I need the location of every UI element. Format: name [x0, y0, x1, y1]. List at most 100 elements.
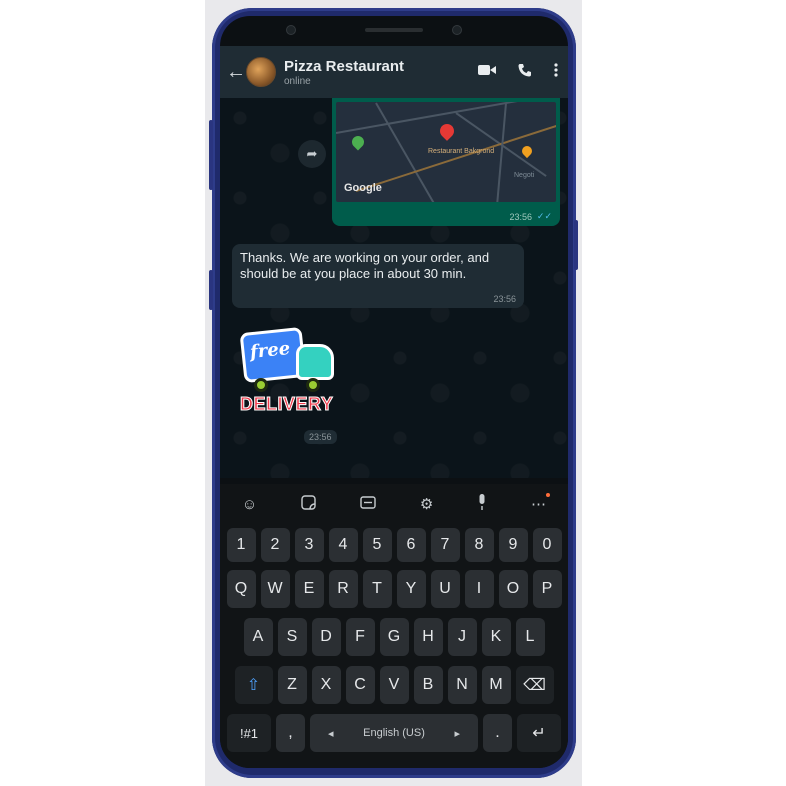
right-margin [582, 0, 786, 786]
chat-header: ← Pizza Restaurant online [220, 46, 568, 98]
key-n[interactable]: N [447, 666, 477, 704]
forward-icon[interactable]: ➦ [298, 140, 326, 168]
map-preview[interactable]: Restaurant Bakgrond Negoti Google [336, 102, 556, 202]
voice-icon[interactable] [477, 494, 487, 514]
location-message[interactable]: Restaurant Bakgrond Negoti Google 23:56 … [332, 98, 560, 226]
key-p[interactable]: P [532, 570, 562, 608]
symbols-key[interactable]: !#1 [227, 714, 271, 752]
video-call-icon[interactable] [478, 63, 496, 81]
google-logo: Google [344, 182, 382, 194]
contact-info[interactable]: Pizza Restaurant online [284, 58, 478, 87]
phone-screen: ← Pizza Restaurant online ➦ Restaurant B… [220, 16, 568, 768]
key-9[interactable]: 9 [498, 528, 528, 562]
key-x[interactable]: X [311, 666, 341, 704]
space-language-label: English (US) [363, 727, 425, 739]
shift-key[interactable]: ⇧ [234, 666, 273, 704]
key-f[interactable]: F [345, 618, 375, 656]
key-e[interactable]: E [294, 570, 324, 608]
key-d[interactable]: D [311, 618, 341, 656]
read-ticks-icon: ✓✓ [536, 211, 552, 221]
truck-wheel [306, 378, 320, 392]
sticker-icon[interactable] [301, 494, 316, 514]
backspace-key[interactable]: ⌫ [515, 666, 554, 704]
volume-button [209, 120, 213, 190]
key-j[interactable]: J [447, 618, 477, 656]
sticker-free-text: free [249, 337, 292, 364]
gif-icon[interactable] [360, 495, 376, 513]
key-g[interactable]: G [379, 618, 409, 656]
message-time: 23:56 [304, 430, 337, 444]
key-c[interactable]: C [345, 666, 375, 704]
front-camera [452, 25, 462, 35]
earpiece [365, 28, 423, 32]
key-w[interactable]: W [260, 570, 290, 608]
emoji-icon[interactable]: ☺ [242, 496, 257, 513]
comma-key[interactable]: , [276, 714, 305, 752]
enter-key[interactable]: ↵ [517, 714, 561, 752]
map-label: Restaurant Bakgrond [428, 148, 495, 155]
power-button [574, 220, 578, 270]
key-7[interactable]: 7 [430, 528, 460, 562]
key-4[interactable]: 4 [328, 528, 358, 562]
map-pin-icon [519, 143, 535, 159]
chevron-left-icon: ◂ [328, 727, 334, 740]
key-1[interactable]: 1 [226, 528, 256, 562]
key-6[interactable]: 6 [396, 528, 426, 562]
keyboard: ☺ ⚙ ⋯ 1 2 3 4 5 6 7 8 9 0 Q W E R T Y U … [220, 484, 568, 768]
period-key[interactable]: . [483, 714, 512, 752]
avatar[interactable] [246, 57, 276, 87]
key-h[interactable]: H [413, 618, 443, 656]
settings-icon[interactable]: ⚙ [420, 495, 433, 513]
incoming-message[interactable]: Thanks. We are working on your order, an… [232, 244, 524, 308]
message-time: 23:56 [493, 294, 516, 304]
key-k[interactable]: K [481, 618, 511, 656]
key-2[interactable]: 2 [260, 528, 290, 562]
map-road [496, 102, 507, 202]
key-0[interactable]: 0 [532, 528, 562, 562]
phone-icon[interactable] [518, 63, 532, 82]
left-margin [0, 0, 205, 786]
bixby-button [209, 270, 213, 310]
key-a[interactable]: A [243, 618, 273, 656]
sticker-delivery-text: DELIVERY [239, 394, 334, 415]
letter-row-3: ⇧ Z X C V B N M ⌫ [220, 666, 568, 704]
truck-wheel [254, 378, 268, 392]
key-v[interactable]: V [379, 666, 409, 704]
chevron-right-icon: ▸ [454, 727, 460, 740]
more-icon[interactable]: ⋯ [531, 493, 550, 513]
sensor-dot [286, 25, 296, 35]
key-8[interactable]: 8 [464, 528, 494, 562]
arrow-left-icon[interactable]: ← [226, 61, 246, 84]
number-row: 1 2 3 4 5 6 7 8 9 0 [220, 528, 568, 562]
key-z[interactable]: Z [277, 666, 307, 704]
keyboard-toolbar: ☺ ⚙ ⋯ [220, 484, 568, 524]
chat-area[interactable]: ➦ Restaurant Bakgrond Negoti Google 23:5… [220, 98, 568, 562]
free-delivery-sticker[interactable]: free DELIVERY [239, 324, 338, 424]
key-m[interactable]: M [481, 666, 511, 704]
key-s[interactable]: S [277, 618, 307, 656]
space-bar[interactable]: ◂ English (US) ▸ [310, 714, 478, 752]
truck-cab [296, 344, 334, 380]
location-pin-icon [437, 121, 457, 141]
map-pin-icon [349, 133, 367, 151]
key-t[interactable]: T [362, 570, 392, 608]
message-text: Thanks. We are working on your order, an… [240, 250, 490, 281]
key-5[interactable]: 5 [362, 528, 392, 562]
key-o[interactable]: O [498, 570, 528, 608]
key-l[interactable]: L [515, 618, 545, 656]
key-i[interactable]: I [464, 570, 494, 608]
more-vert-icon[interactable] [554, 62, 558, 82]
bottom-row: !#1 , ◂ English (US) ▸ . ↵ [220, 714, 568, 752]
key-b[interactable]: B [413, 666, 443, 704]
contact-name: Pizza Restaurant [284, 57, 405, 75]
key-r[interactable]: R [328, 570, 358, 608]
key-3[interactable]: 3 [294, 528, 324, 562]
letter-row-2: A S D F G H J K L [220, 618, 568, 656]
key-y[interactable]: Y [396, 570, 426, 608]
key-q[interactable]: Q [226, 570, 256, 608]
map-label: Negoti [514, 172, 535, 179]
key-u[interactable]: U [430, 570, 460, 608]
message-time: 23:56 [509, 212, 532, 222]
contact-status: online [284, 75, 311, 87]
letter-row-1: Q W E R T Y U I O P [220, 570, 568, 608]
